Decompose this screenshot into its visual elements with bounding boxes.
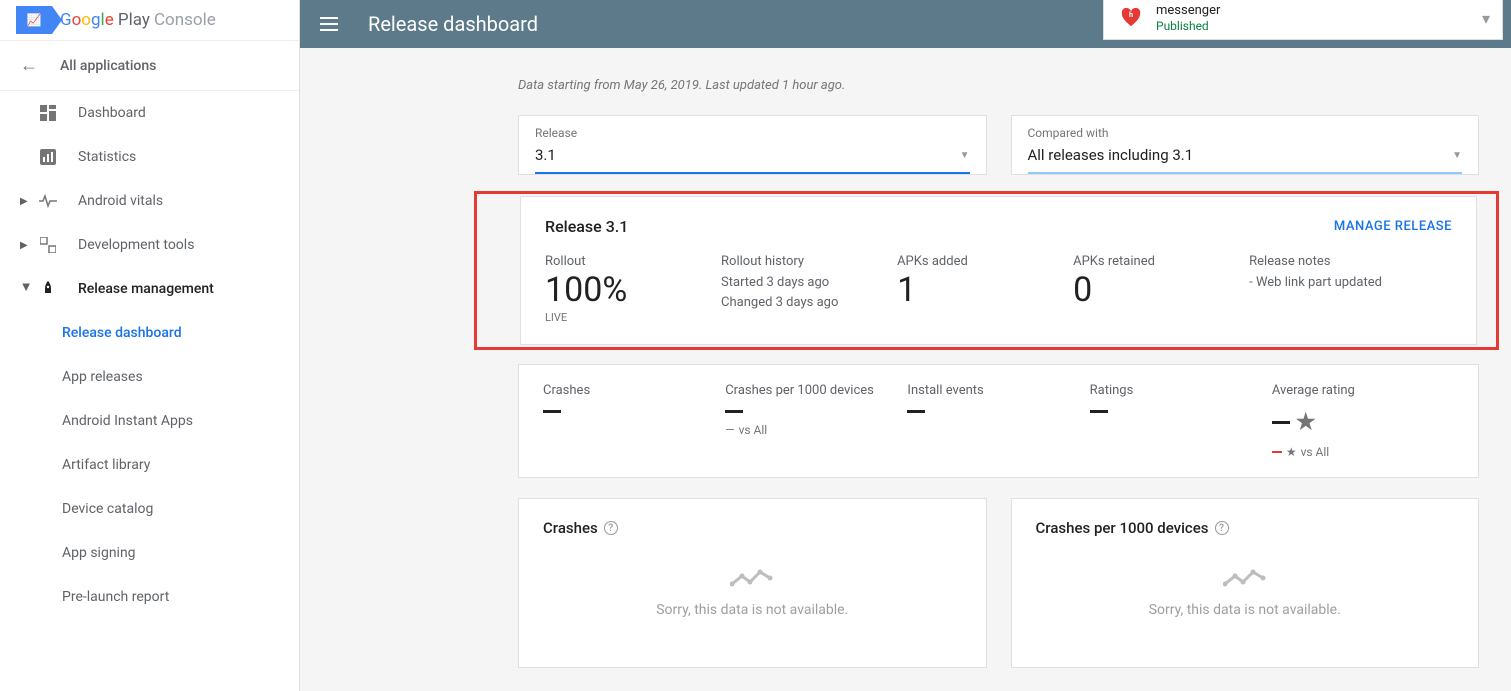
no-data-message: Sorry, this data is not available. xyxy=(1149,602,1341,618)
page-title: Release dashboard xyxy=(368,12,538,36)
apks-retained-col: APKs retained 0 xyxy=(1073,254,1229,324)
nav-sub-artifact-library[interactable]: Artifact library xyxy=(0,443,299,487)
logo-text: Google Play xyxy=(60,10,150,30)
empty-value xyxy=(1090,410,1108,413)
rocket-icon xyxy=(38,281,58,297)
apks-added-value: 1 xyxy=(897,273,1053,307)
empty-value xyxy=(543,410,561,413)
empty-value xyxy=(1272,421,1290,424)
main-content: Data starting from May 26, 2019. Last up… xyxy=(300,48,1511,691)
data-freshness-note: Data starting from May 26, 2019. Last up… xyxy=(518,78,1479,93)
nav-back-all-apps[interactable]: ← All applications xyxy=(0,40,299,91)
help-icon[interactable]: ? xyxy=(604,521,618,535)
metric-crashes-per-1000: Crashes per 1000 devices —vs All xyxy=(725,383,907,459)
rollout-history-col: Rollout history Started 3 days ago Chang… xyxy=(721,254,877,324)
nav-sub-app-releases[interactable]: App releases xyxy=(0,355,299,399)
app-status: Published xyxy=(1156,19,1220,33)
release-card: Release 3.1 MANAGE RELEASE Rollout 100% … xyxy=(520,196,1477,345)
vitals-icon xyxy=(38,194,58,208)
apks-retained-value: 0 xyxy=(1073,273,1229,307)
metric-ratings: Ratings xyxy=(1090,383,1272,459)
chart-crashes-per-1000: Crashes per 1000 devices ? Sorry, this d… xyxy=(1011,498,1480,668)
arrow-left-icon: ← xyxy=(20,55,38,76)
release-highlight: Release 3.1 MANAGE RELEASE Rollout 100% … xyxy=(474,191,1499,350)
logo[interactable]: 📈 Google Play Console xyxy=(0,0,299,40)
statistics-icon xyxy=(38,149,58,165)
logo-console: Console xyxy=(154,10,216,30)
filter-label: Compared with xyxy=(1028,126,1463,140)
tools-icon xyxy=(38,237,58,253)
nav-label: Development tools xyxy=(78,237,194,253)
chevron-right-icon: ▶ xyxy=(20,196,32,207)
chevron-down-icon: ▶ xyxy=(21,283,32,295)
nav-sub-instant-apps[interactable]: Android Instant Apps xyxy=(0,399,299,443)
nav-label: Release management xyxy=(78,281,214,297)
manage-release-button[interactable]: MANAGE RELEASE xyxy=(1334,219,1452,234)
chevron-down-icon: ▾ xyxy=(1482,9,1490,28)
nav-label: Dashboard xyxy=(78,105,146,121)
no-data-message: Sorry, this data is not available. xyxy=(656,602,848,618)
nav-sub-release-dashboard[interactable]: Release dashboard xyxy=(0,311,299,355)
nav-development-tools[interactable]: ▶ Development tools xyxy=(0,223,299,267)
chevron-right-icon: ▶ xyxy=(20,240,32,251)
empty-value xyxy=(907,410,925,413)
chart-crashes: Crashes ? Sorry, this data is not availa… xyxy=(518,498,987,668)
chart-placeholder-icon xyxy=(1223,566,1267,590)
nav-label: Android vitals xyxy=(78,193,163,209)
app-name: messenger xyxy=(1156,3,1220,19)
nav-android-vitals[interactable]: ▶ Android vitals xyxy=(0,179,299,223)
nav-back-label: All applications xyxy=(60,58,156,74)
star-icon: ★ xyxy=(1286,445,1297,459)
menu-icon[interactable] xyxy=(320,12,344,36)
release-filter[interactable]: Release 3.1 ▼ xyxy=(518,115,987,175)
logo-icon: 📈 xyxy=(16,6,52,34)
nav-sub-device-catalog[interactable]: Device catalog xyxy=(0,487,299,531)
filter-value: 3.1 xyxy=(535,146,556,164)
svg-text:h: h xyxy=(1129,10,1133,19)
chart-placeholder-icon xyxy=(730,566,774,590)
app-icon: h xyxy=(1116,3,1146,33)
nav-label: Statistics xyxy=(78,149,136,165)
app-selector[interactable]: h messenger Published ▾ xyxy=(1103,0,1503,40)
empty-value xyxy=(725,410,743,413)
release-notes-col: Release notes - Web link part updated xyxy=(1249,254,1452,324)
metric-crashes: Crashes xyxy=(543,383,725,459)
metrics-card: Crashes Crashes per 1000 devices —vs All… xyxy=(518,364,1479,478)
metric-install-events: Install events xyxy=(907,383,1089,459)
nav-release-management[interactable]: ▶ Release management xyxy=(0,267,299,311)
nav-sub-app-signing[interactable]: App signing xyxy=(0,531,299,575)
release-title: Release 3.1 xyxy=(545,217,628,236)
help-icon[interactable]: ? xyxy=(1215,521,1229,535)
filter-value: All releases including 3.1 xyxy=(1028,146,1194,164)
compared-with-filter[interactable]: Compared with All releases including 3.1… xyxy=(1011,115,1480,175)
apks-added-col: APKs added 1 xyxy=(897,254,1053,324)
chevron-down-icon: ▼ xyxy=(960,150,970,161)
rollout-status: LIVE xyxy=(545,311,701,324)
release-notes: - Web link part updated xyxy=(1249,273,1452,293)
filter-label: Release xyxy=(535,126,970,140)
rollout-value: 100% xyxy=(545,273,701,307)
chevron-down-icon: ▼ xyxy=(1452,150,1462,161)
rollout-col: Rollout 100% LIVE xyxy=(545,254,701,324)
sidebar: 📈 Google Play Console ← All applications… xyxy=(0,0,300,691)
nav-sub-prelaunch-report[interactable]: Pre-launch report xyxy=(0,575,299,619)
nav-statistics[interactable]: ▶ Statistics xyxy=(0,135,299,179)
header: Release dashboard h messenger Published … xyxy=(300,0,1511,48)
nav-dashboard[interactable]: ▶ Dashboard xyxy=(0,91,299,135)
metric-avg-rating: Average rating ★ ★vs All xyxy=(1272,383,1454,459)
dashboard-icon xyxy=(38,105,58,121)
star-icon: ★ xyxy=(1296,410,1316,435)
